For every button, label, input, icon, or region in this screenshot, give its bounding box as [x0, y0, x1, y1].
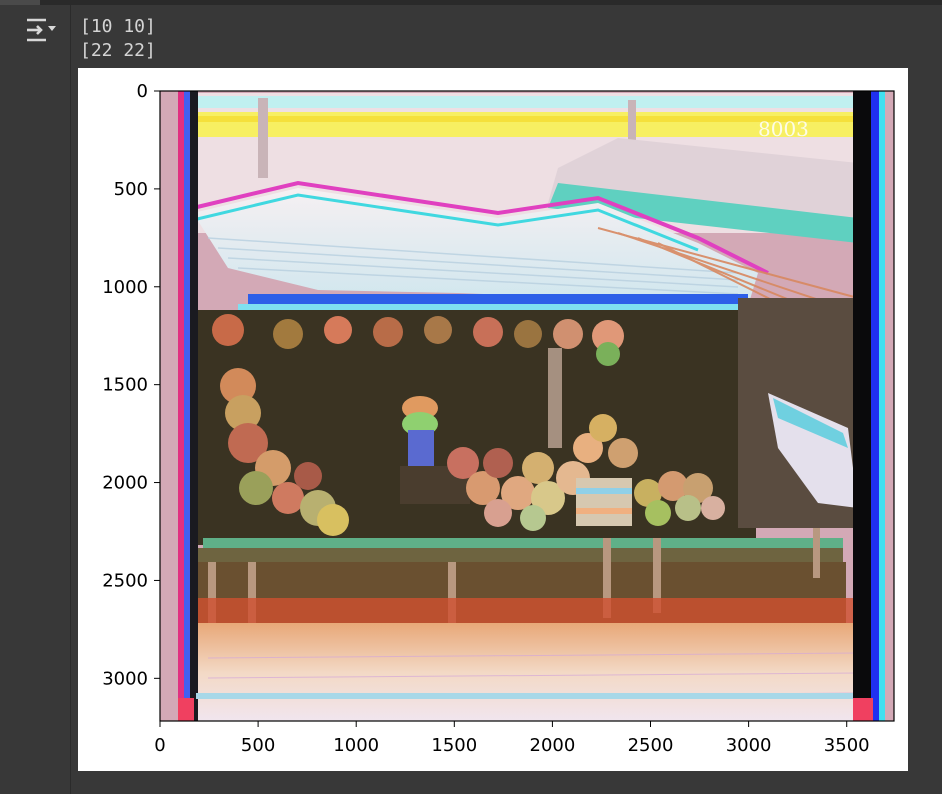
y-tick-label: 2500: [102, 570, 148, 591]
x-tick-label: 0: [154, 735, 165, 756]
output-line-2: [22 22]: [80, 40, 156, 61]
y-tick-label: 1500: [102, 375, 148, 396]
y-tick-label: 3000: [102, 668, 148, 689]
y-tick-label: 0: [137, 81, 148, 102]
matplotlib-figure: 8003 0 500 1000 1500 2000 2500 3000 3500…: [78, 68, 908, 771]
x-tick-label: 2000: [530, 735, 576, 756]
cell-gutter: [0, 5, 71, 794]
x-tick-label: 2500: [628, 735, 674, 756]
x-tick-label: 500: [241, 735, 275, 756]
x-axis: 0 500 1000 1500 2000 2500 3000 3500: [154, 721, 870, 756]
y-tick-label: 1000: [102, 277, 148, 298]
cell-output-text: [10 10] [22 22]: [80, 15, 156, 63]
axes: 8003 0 500 1000 1500 2000 2500 3000 3500…: [102, 81, 895, 756]
image-watermark-text: 8003: [758, 117, 809, 141]
y-axis: 0 500 1000 1500 2000 2500 3000: [102, 81, 160, 689]
x-tick-label: 1000: [333, 735, 379, 756]
x-tick-label: 1500: [431, 735, 477, 756]
x-tick-label: 3500: [824, 735, 870, 756]
output-toggle-icon[interactable]: [24, 16, 58, 44]
y-tick-label: 2000: [102, 473, 148, 494]
image-content: 8003: [160, 91, 894, 721]
x-tick-label: 3000: [726, 735, 772, 756]
top-bar: [0, 0, 942, 5]
output-line-1: [10 10]: [80, 16, 156, 37]
y-tick-label: 500: [114, 179, 148, 200]
